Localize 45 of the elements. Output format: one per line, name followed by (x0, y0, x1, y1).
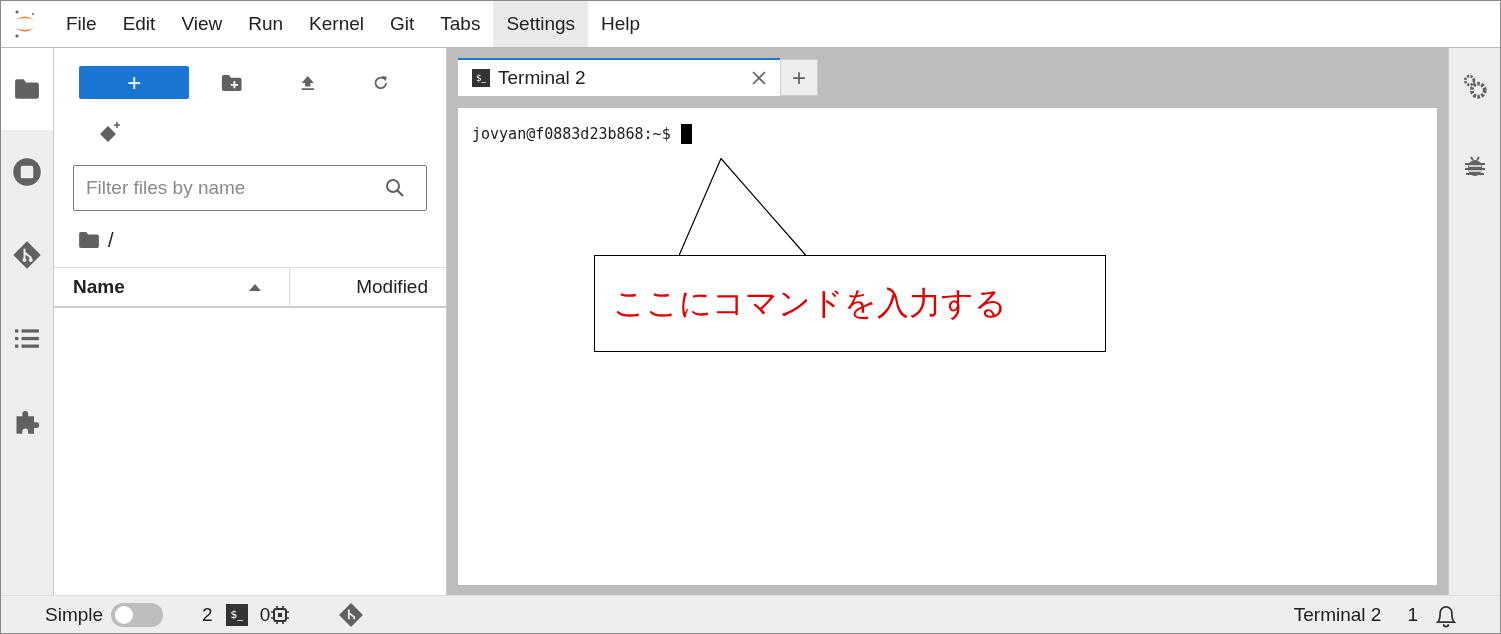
folder-icon (78, 231, 100, 249)
menu-item[interactable]: Edit (109, 1, 169, 47)
menu-item[interactable]: Settings (493, 1, 589, 47)
chip-icon (270, 604, 291, 625)
terminal-icon: $_ (472, 69, 490, 87)
add-tab-button[interactable]: + (780, 59, 818, 96)
refresh-icon[interactable] (372, 73, 390, 92)
gears-icon[interactable] (1461, 74, 1488, 100)
jupyter-logo (13, 9, 37, 39)
menu-item[interactable]: Kernel (296, 1, 377, 47)
kernel-count[interactable]: 0 (259, 603, 271, 626)
cursor-icon (680, 124, 692, 144)
close-icon[interactable] (752, 71, 766, 85)
menu-item[interactable]: Git (377, 1, 428, 47)
filter-field[interactable]: Filter files by name (73, 165, 427, 211)
menu-item[interactable]: File (53, 1, 110, 47)
column-header[interactable]: Name (54, 276, 249, 298)
list-icon (14, 326, 40, 349)
bug-icon[interactable] (1462, 154, 1487, 178)
menu-item[interactable]: View (168, 1, 236, 47)
git-icon (12, 239, 42, 270)
breadcrumb-path[interactable]: / (108, 228, 114, 252)
git-clone-icon[interactable] (98, 121, 122, 145)
git-icon[interactable] (338, 601, 365, 628)
terminal-tab[interactable]: $_ Terminal 2 (458, 58, 780, 96)
terminal-panel[interactable]: jovyan@f0883d23b868:~$ ここにコマンドを入力する (458, 108, 1437, 585)
sort-up-icon (249, 283, 261, 291)
column-header[interactable]: Modified (289, 268, 446, 306)
search-icon (385, 178, 405, 198)
menu-item[interactable]: Tabs (427, 1, 494, 47)
notification-count[interactable]: 1 (1407, 603, 1418, 626)
stop-circle-icon (12, 156, 42, 187)
menu-item[interactable]: Run (235, 1, 297, 47)
current-activity: Terminal 2 (1293, 603, 1382, 626)
callout-text: ここにコマンドを入力する (594, 255, 1106, 352)
sidebar-tab[interactable] (1, 48, 53, 130)
simple-mode-label: Simple (45, 603, 104, 626)
new-launcher-button[interactable]: + (79, 66, 190, 99)
terminal-count[interactable]: 2 (202, 603, 213, 626)
simple-mode-toggle[interactable] (111, 602, 164, 627)
new-folder-icon[interactable] (221, 73, 243, 92)
folder-icon (14, 78, 40, 100)
terminal-prompt: jovyan@f0883d23b868:~$ (472, 125, 671, 143)
terminal-icon: $_ (225, 603, 248, 626)
menu-item[interactable]: Help (588, 1, 654, 47)
